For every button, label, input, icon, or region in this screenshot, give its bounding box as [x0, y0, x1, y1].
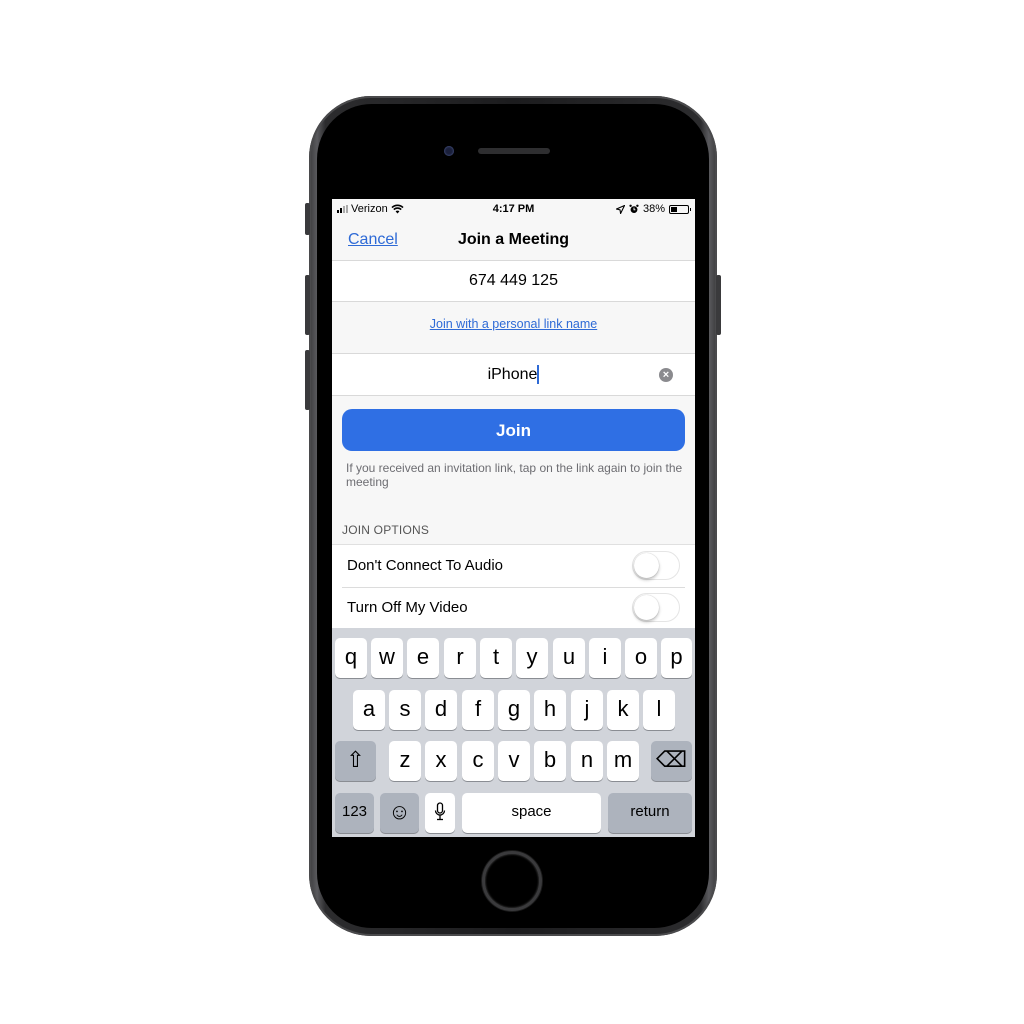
key-d[interactable]: d	[425, 690, 457, 730]
battery-icon	[669, 204, 691, 214]
option-label: Don't Connect To Audio	[347, 557, 504, 574]
emoji-key[interactable]: ☺	[380, 793, 419, 833]
key-y[interactable]: y	[516, 638, 548, 678]
home-button[interactable]	[482, 851, 542, 911]
key-z[interactable]: z	[389, 741, 421, 781]
key-b[interactable]: b	[534, 741, 566, 781]
key-f[interactable]: f	[462, 690, 494, 730]
clear-text-icon[interactable]: ×	[659, 368, 673, 382]
key-u[interactable]: u	[553, 638, 585, 678]
option-turn-off-video: Turn Off My Video	[332, 587, 695, 629]
toggle-knob	[634, 553, 659, 578]
key-w[interactable]: w	[371, 638, 403, 678]
key-n[interactable]: n	[571, 741, 603, 781]
toggle-knob	[634, 595, 659, 620]
key-c[interactable]: c	[462, 741, 494, 781]
key-g[interactable]: g	[498, 690, 530, 730]
key-j[interactable]: j	[571, 690, 603, 730]
turn-off-video-toggle[interactable]	[632, 593, 680, 622]
key-r[interactable]: r	[444, 638, 476, 678]
option-label: Turn Off My Video	[347, 599, 468, 616]
volume-down-button	[305, 350, 310, 410]
cancel-button[interactable]: Cancel	[348, 231, 398, 249]
key-v[interactable]: v	[498, 741, 530, 781]
key-s[interactable]: s	[389, 690, 421, 730]
personal-link-name-link[interactable]: Join with a personal link name	[430, 317, 597, 331]
power-button	[716, 275, 721, 335]
join-options-header: JOIN OPTIONS	[342, 523, 430, 537]
key-h[interactable]: h	[534, 690, 566, 730]
dont-connect-audio-toggle[interactable]	[632, 551, 680, 580]
key-x[interactable]: x	[425, 741, 457, 781]
join-button[interactable]: Join	[342, 409, 685, 451]
microphone-icon	[434, 802, 446, 820]
personal-link-row: Join with a personal link name	[332, 302, 695, 354]
display-name-input[interactable]: iPhone ×	[332, 353, 695, 396]
earpiece-speaker	[478, 148, 550, 154]
numbers-key[interactable]: 123	[335, 793, 374, 833]
delete-icon: ⌫	[655, 747, 688, 772]
key-k[interactable]: k	[607, 690, 639, 730]
battery-fill	[671, 206, 677, 212]
key-m[interactable]: m	[607, 741, 639, 781]
volume-up-button	[305, 275, 310, 335]
meeting-id-input[interactable]: 674 449 125	[332, 260, 695, 302]
invitation-hint-text: If you received an invitation link, tap …	[346, 461, 683, 489]
option-dont-connect-audio: Don't Connect To Audio	[332, 545, 695, 587]
key-e[interactable]: e	[407, 638, 439, 678]
text-cursor	[537, 365, 540, 385]
delete-key[interactable]: ⌫	[651, 741, 692, 781]
battery-percent: 38%	[642, 203, 665, 215]
screen: Verizon 4:17 PM 38% Cancel Join a Meetin…	[332, 199, 695, 837]
key-q[interactable]: q	[335, 638, 367, 678]
dictation-key[interactable]	[425, 793, 455, 833]
front-camera	[444, 146, 454, 156]
return-key[interactable]: return	[608, 793, 692, 833]
key-l[interactable]: l	[643, 690, 675, 730]
location-icon	[615, 204, 625, 214]
alarm-icon	[629, 204, 639, 213]
join-options-list: Don't Connect To Audio Turn Off My Video	[332, 544, 695, 629]
shift-key[interactable]: ⇧	[335, 741, 376, 781]
space-key[interactable]: space	[462, 793, 601, 833]
shift-icon: ⇧	[346, 747, 365, 772]
status-bar: Verizon 4:17 PM 38%	[332, 199, 695, 219]
keyboard: q w e r t y u i o p a s d f g h j k l ⇧ …	[332, 628, 695, 837]
key-o[interactable]: o	[625, 638, 657, 678]
display-name-value: iPhone	[487, 366, 538, 383]
emoji-icon: ☺	[388, 799, 411, 824]
key-i[interactable]: i	[589, 638, 621, 678]
key-t[interactable]: t	[480, 638, 512, 678]
navigation-bar: Cancel Join a Meeting	[332, 219, 695, 262]
key-p[interactable]: p	[661, 638, 692, 678]
key-a[interactable]: a	[353, 690, 385, 730]
mute-switch	[305, 203, 310, 235]
